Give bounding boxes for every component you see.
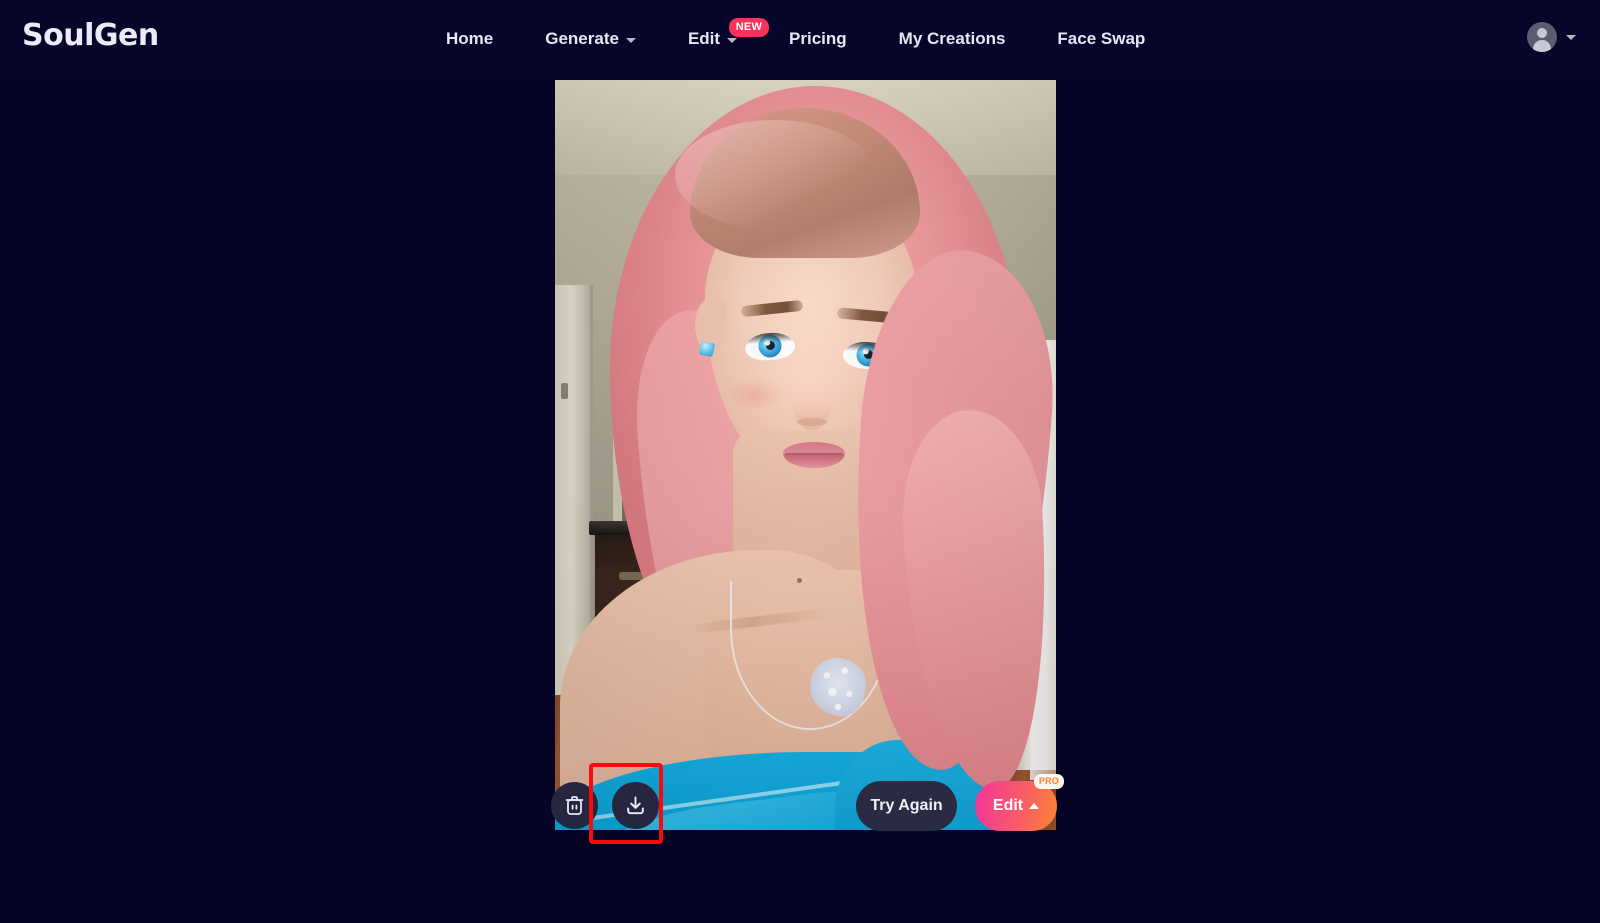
generated-image[interactable] (555, 80, 1056, 830)
download-button[interactable] (612, 782, 659, 829)
brand-logo[interactable]: SoulGen (22, 18, 159, 53)
chevron-down-icon (625, 38, 636, 43)
nav-item-home[interactable]: Home (420, 0, 519, 78)
portrait-illustration (555, 80, 1056, 830)
chevron-up-icon (1029, 803, 1040, 809)
delete-button[interactable] (551, 782, 598, 829)
nav-item-label: My Creations (898, 29, 1006, 48)
nav-item-generate[interactable]: Generate (519, 0, 662, 78)
pro-badge: PRO (1033, 774, 1064, 789)
nav-item-edit[interactable]: Edit NEW (662, 0, 770, 78)
user-avatar-icon (1527, 22, 1557, 52)
nav-item-label: Edit (687, 29, 721, 48)
top-navigation-bar: SoulGen Home Generate Edit NEW Pricing M… (0, 0, 1600, 78)
nav-item-my-creations[interactable]: My Creations (873, 0, 1032, 78)
nav-item-label: Home (446, 29, 494, 48)
nav-item-label: Pricing (789, 29, 847, 48)
main-nav: Home Generate Edit NEW Pricing My Creati… (420, 0, 1171, 78)
edit-button[interactable]: Edit PRO (975, 774, 1064, 831)
trash-icon (565, 795, 584, 816)
soulgen-app: SoulGen Home Generate Edit NEW Pricing M… (0, 0, 1600, 923)
download-icon (625, 795, 646, 816)
nav-item-label: Face Swap (1057, 29, 1146, 48)
account-menu[interactable] (1527, 22, 1576, 52)
try-again-button[interactable]: Try Again (856, 781, 957, 831)
nav-item-label: Generate (545, 29, 619, 48)
nav-item-face-swap[interactable]: Face Swap (1031, 0, 1171, 78)
edit-button-label: Edit (992, 797, 1024, 814)
chevron-down-icon (1566, 34, 1576, 40)
result-toolbar: Try Again Edit PRO (0, 757, 1600, 845)
chevron-down-icon (727, 38, 738, 43)
nav-item-pricing[interactable]: Pricing (763, 0, 873, 78)
